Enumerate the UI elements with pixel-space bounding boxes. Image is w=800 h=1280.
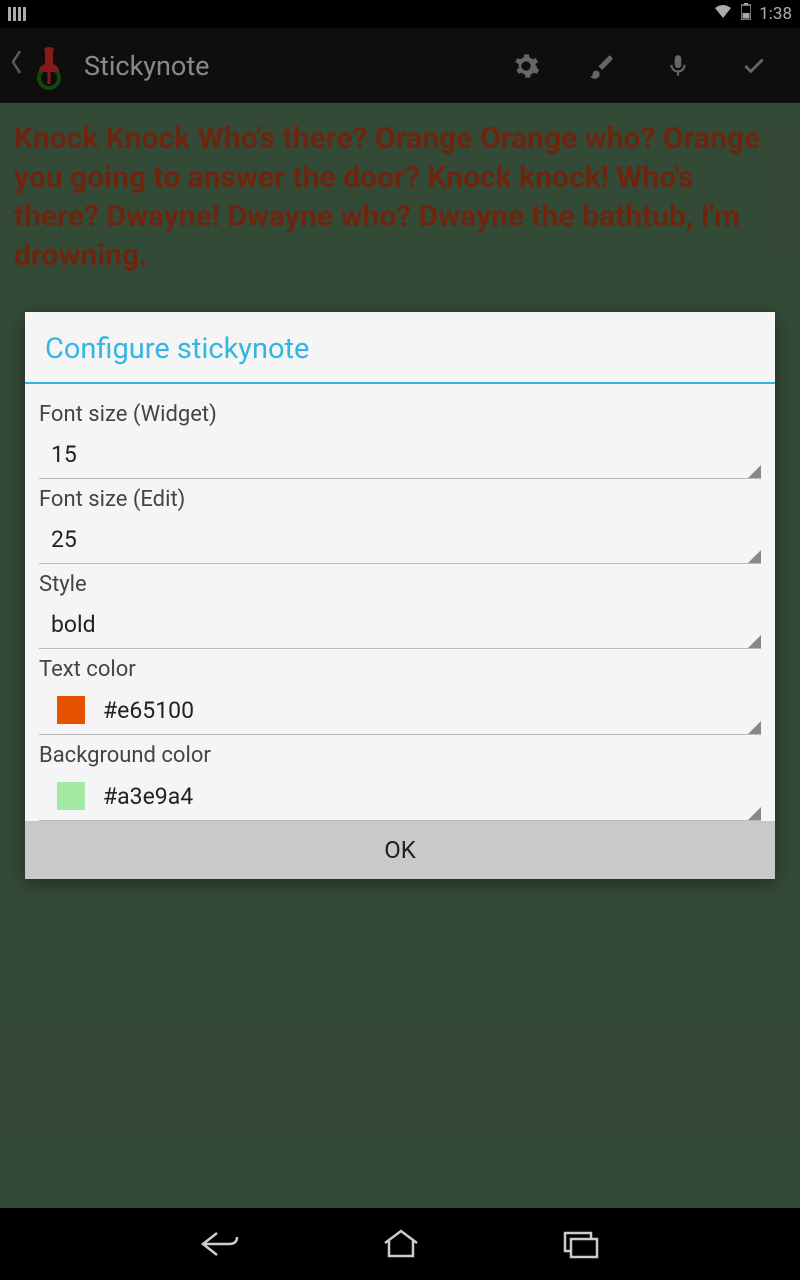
- text-color-spinner[interactable]: #e65100: [39, 688, 761, 735]
- bg-color-field: Background color #a3e9a4: [39, 737, 761, 821]
- gear-icon[interactable]: [508, 48, 544, 84]
- status-time: 1:38: [759, 4, 792, 24]
- mic-icon[interactable]: [660, 48, 696, 84]
- style-value: bold: [51, 611, 96, 638]
- text-color-value: #e65100: [103, 697, 194, 724]
- dialog-title: Configure stickynote: [25, 312, 775, 384]
- font-edit-spinner[interactable]: 25: [39, 518, 761, 564]
- font-widget-value: 15: [51, 441, 77, 468]
- nav-recent-button[interactable]: [561, 1229, 601, 1259]
- font-widget-field: Font size (Widget) 15: [39, 396, 761, 479]
- action-bar: Stickynote: [0, 28, 800, 103]
- text-color-swatch: [57, 696, 85, 724]
- battery-icon: [741, 3, 751, 25]
- wifi-icon: [713, 4, 733, 25]
- font-edit-label: Font size (Edit): [39, 481, 761, 518]
- note-text[interactable]: Knock Knock Who's there? Orange Orange w…: [0, 103, 800, 291]
- nav-home-button[interactable]: [381, 1229, 421, 1259]
- style-spinner[interactable]: bold: [39, 603, 761, 649]
- font-widget-spinner[interactable]: 15: [39, 433, 761, 479]
- text-color-field: Text color #e65100: [39, 651, 761, 735]
- back-button[interactable]: [10, 49, 24, 82]
- configure-dialog: Configure stickynote Font size (Widget) …: [25, 312, 775, 879]
- bg-color-label: Background color: [39, 737, 761, 774]
- status-bar: 1:38: [0, 0, 800, 28]
- check-icon[interactable]: [736, 48, 772, 84]
- bg-color-swatch: [57, 782, 85, 810]
- font-widget-label: Font size (Widget): [39, 396, 761, 433]
- brush-icon[interactable]: [584, 48, 620, 84]
- notification-icon: [8, 7, 26, 21]
- page-title: Stickynote: [84, 50, 498, 82]
- text-color-label: Text color: [39, 651, 761, 688]
- nav-bar: [0, 1208, 800, 1280]
- nav-back-button[interactable]: [199, 1229, 241, 1259]
- dialog-body: Font size (Widget) 15 Font size (Edit) 2…: [25, 384, 775, 821]
- bg-color-spinner[interactable]: #a3e9a4: [39, 774, 761, 821]
- font-edit-field: Font size (Edit) 25: [39, 481, 761, 564]
- app-icon: [30, 42, 68, 90]
- font-edit-value: 25: [51, 526, 77, 553]
- ok-button[interactable]: OK: [25, 821, 775, 879]
- bg-color-value: #a3e9a4: [103, 783, 193, 810]
- style-label: Style: [39, 566, 761, 603]
- style-field: Style bold: [39, 566, 761, 649]
